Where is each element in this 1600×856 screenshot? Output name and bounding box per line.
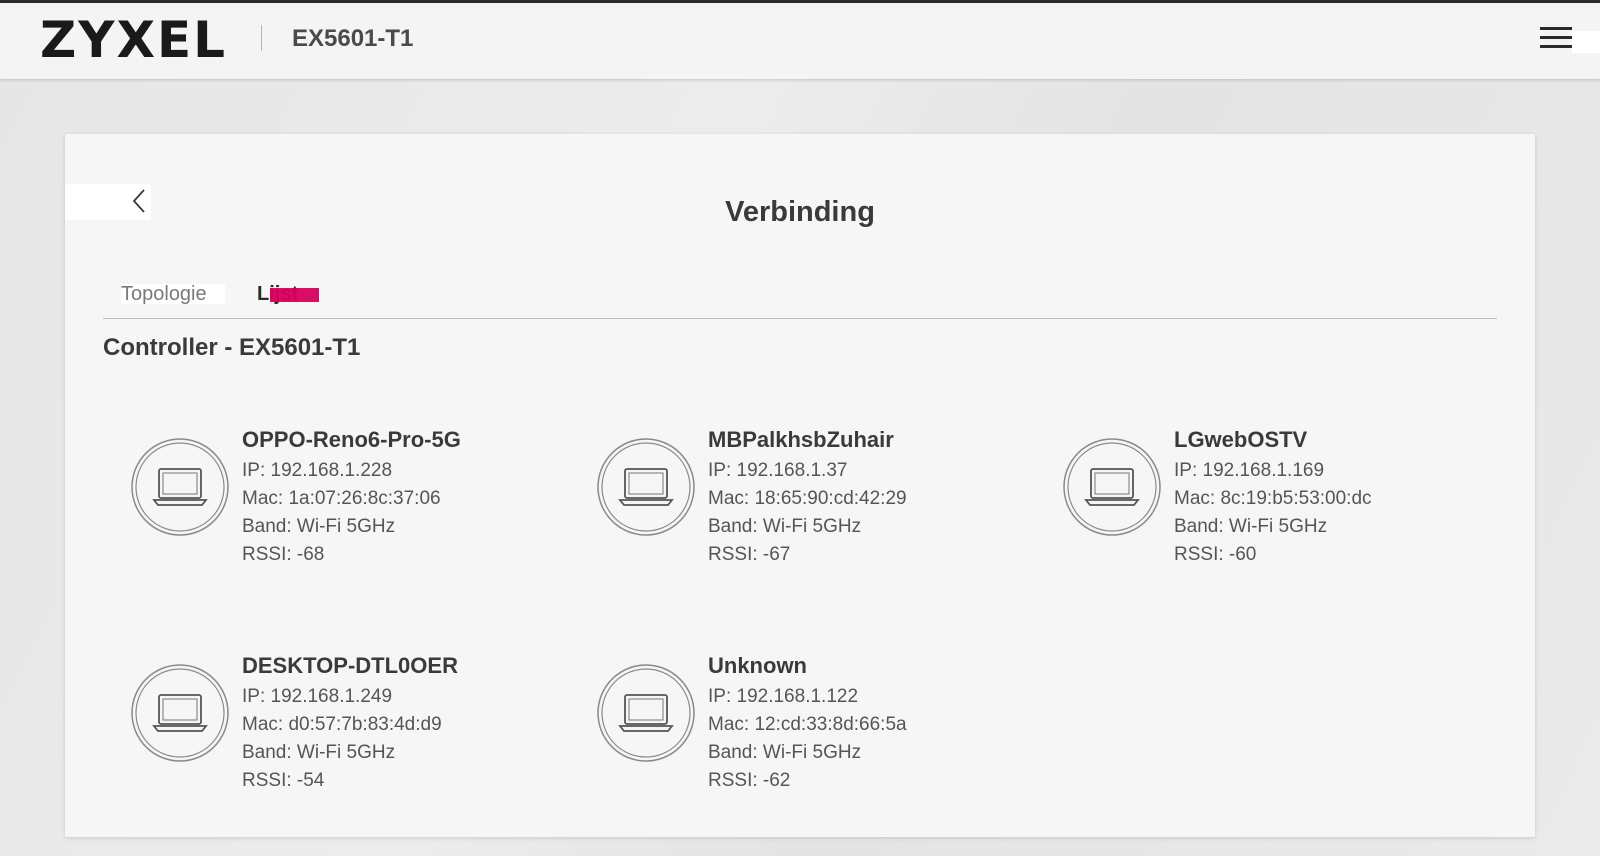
device-ip: IP: 192.168.1.122: [708, 686, 859, 707]
device-rssi: RSSI: -68: [242, 544, 325, 565]
laptop-icon: [131, 664, 229, 762]
device-name: OPPO-Reno6-Pro-5G: [242, 427, 461, 452]
controller-heading: Controller - EX5601-T1: [103, 334, 361, 361]
device-rssi: RSSI: -54: [242, 770, 325, 791]
device-mac: Mac: 18:65:90:cd:42:29: [708, 488, 907, 509]
device-mac: Mac: 12:cd:33:8d:66:5a: [708, 714, 907, 735]
device-rssi: RSSI: -67: [708, 544, 791, 565]
zyxel-logo[interactable]: ZYXEL: [40, 13, 227, 67]
device-ip: IP: 192.168.1.228: [242, 460, 393, 481]
device-rssi: RSSI: -62: [708, 770, 791, 791]
device-mac: Mac: d0:57:7b:83:4d:d9: [242, 714, 442, 735]
tab-topologie[interactable]: Topologie: [121, 284, 225, 304]
device-ip: IP: 192.168.1.249: [242, 686, 393, 707]
device-ip: IP: 192.168.1.37: [708, 460, 848, 481]
device-band: Band: Wi-Fi 5GHz: [708, 742, 862, 763]
device-name: LGwebOSTV: [1174, 427, 1308, 452]
laptop-icon: [1063, 438, 1161, 536]
device-card[interactable]: DESKTOP-DTL0OER IP: 192.168.1.249 Mac: d…: [130, 653, 550, 803]
device-name: DESKTOP-DTL0OER: [242, 653, 458, 678]
header-bar: ZYXEL EX5601-T1: [0, 3, 1600, 79]
device-band: Band: Wi-Fi 5GHz: [708, 516, 862, 537]
device-band: Band: Wi-Fi 5GHz: [242, 742, 396, 763]
device-rssi: RSSI: -60: [1174, 544, 1257, 565]
redaction-block: [1572, 31, 1600, 53]
device-mac: Mac: 8c:19:b5:53:00:dc: [1174, 488, 1372, 509]
device-card[interactable]: LGwebOSTV IP: 192.168.1.169 Mac: 8c:19:b…: [1062, 427, 1482, 577]
device-mac: Mac: 1a:07:26:8c:37:06: [242, 488, 441, 509]
device-card[interactable]: MBPalkhsbZuhair IP: 192.168.1.37 Mac: 18…: [596, 427, 1016, 577]
laptop-icon: [597, 438, 695, 536]
laptop-icon: [131, 438, 229, 536]
tabs-underline: [103, 318, 1497, 319]
header-divider: [261, 25, 262, 51]
device-name: Unknown: [708, 653, 807, 678]
model-name: EX5601-T1: [292, 25, 414, 52]
device-name: MBPalkhsbZuhair: [708, 427, 894, 452]
connection-card: Verbinding Topologie Lijst Controller - …: [65, 134, 1535, 837]
device-card[interactable]: Unknown IP: 192.168.1.122 Mac: 12:cd:33:…: [596, 653, 1016, 803]
device-band: Band: Wi-Fi 5GHz: [1174, 516, 1328, 537]
hamburger-menu-icon[interactable]: [1540, 27, 1572, 53]
device-card[interactable]: OPPO-Reno6-Pro-5G IP: 192.168.1.228 Mac:…: [130, 427, 550, 577]
device-band: Band: Wi-Fi 5GHz: [242, 516, 396, 537]
laptop-icon: [597, 664, 695, 762]
page-title: Verbinding: [725, 196, 875, 228]
device-ip: IP: 192.168.1.169: [1174, 460, 1325, 481]
redaction-mark: [270, 288, 319, 302]
